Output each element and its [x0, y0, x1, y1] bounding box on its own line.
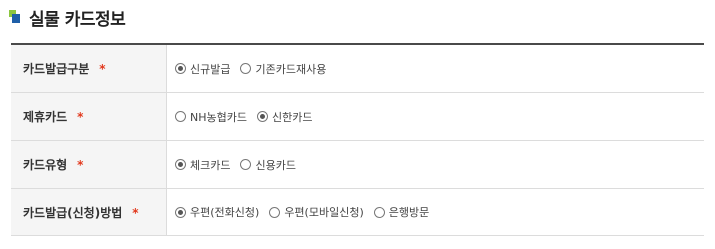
radio-option-reuse-card[interactable]: 기존카드재사용 — [240, 61, 326, 77]
row-label: 카드발급(신청)방법 * — [11, 188, 167, 236]
required-mark: * — [77, 158, 84, 172]
required-mark: * — [77, 110, 84, 124]
radio-button-mail-mobile[interactable] — [269, 206, 281, 218]
row-label: 카드발급구분 * — [11, 44, 167, 93]
radio-label: 우편(모바일신청) — [284, 206, 364, 219]
radio-group-issue-type: 신규발급 기존카드재사용 — [175, 61, 704, 77]
radio-group-partner-card: NH농협카드 신한카드 — [175, 109, 704, 125]
row-label-text: 카드발급(신청)방법 — [23, 205, 123, 220]
required-mark: * — [132, 205, 139, 220]
radio-button-bank-visit[interactable] — [373, 206, 385, 218]
radio-option-bank-visit[interactable]: 은행방문 — [373, 204, 430, 220]
form-row-partner-card: 제휴카드 * NH농협카드 신한카드 — [11, 92, 704, 141]
form-row-card-type: 카드유형 * 체크카드 신용카드 — [11, 140, 704, 189]
radio-label: 은행방문 — [388, 206, 430, 219]
radio-option-credit-card[interactable]: 신용카드 — [240, 157, 296, 173]
radio-label: 기존카드재사용 — [255, 62, 327, 76]
radio-button-credit-card[interactable] — [240, 159, 252, 170]
radio-option-check-card[interactable]: 체크카드 — [175, 157, 230, 173]
row-label-text: 제휴카드 — [23, 110, 68, 124]
radio-label: NH농협카드 — [190, 110, 247, 124]
row-label-text: 카드유형 — [23, 158, 68, 172]
form-row-issue-type: 카드발급구분 * 신규발급 기존카드재사용 — [11, 44, 704, 93]
radio-label: 우편(전화신청) — [190, 206, 260, 219]
radio-label: 체크카드 — [190, 158, 231, 172]
row-label: 제휴카드 * — [11, 92, 167, 141]
radio-label: 신규발급 — [190, 62, 231, 76]
radio-button-shinhan-card[interactable] — [256, 111, 268, 122]
radio-group-issue-method: 우편(전화신청) 우편(모바일신청) 은행방문 — [175, 204, 704, 220]
card-info-form: 카드발급구분 * 신규발급 기존카드재사용 제휴카드 * NH농협카드 신한카드… — [11, 43, 704, 236]
radio-button-reuse-card[interactable] — [240, 63, 252, 74]
radio-option-mail-phone[interactable]: 우편(전화신청) — [175, 204, 259, 220]
required-mark: * — [99, 62, 106, 76]
radio-button-new-issue[interactable] — [175, 63, 186, 74]
radio-button-check-card[interactable] — [175, 159, 186, 170]
form-row-issue-method: 카드발급(신청)방법 * 우편(전화신청) 우편(모바일신청) 은행방문 — [11, 188, 704, 236]
radio-button-nh-card[interactable] — [175, 111, 186, 122]
row-label: 카드유형 * — [11, 140, 167, 189]
radio-label: 신한카드 — [271, 110, 313, 124]
radio-option-nh-card[interactable]: NH농협카드 — [175, 109, 247, 125]
section-header: 실물 카드정보 — [9, 4, 126, 30]
radio-option-shinhan-card[interactable]: 신한카드 — [256, 109, 313, 125]
section-marker-icon — [9, 10, 21, 24]
section-title: 실물 카드정보 — [29, 9, 126, 30]
radio-option-new-issue[interactable]: 신규발급 — [175, 61, 230, 77]
radio-button-mail-phone[interactable] — [175, 206, 186, 218]
radio-label: 신용카드 — [255, 158, 296, 172]
radio-option-mail-mobile[interactable]: 우편(모바일신청) — [269, 204, 364, 220]
row-label-text: 카드발급구분 — [23, 62, 90, 76]
radio-group-card-type: 체크카드 신용카드 — [175, 157, 704, 173]
